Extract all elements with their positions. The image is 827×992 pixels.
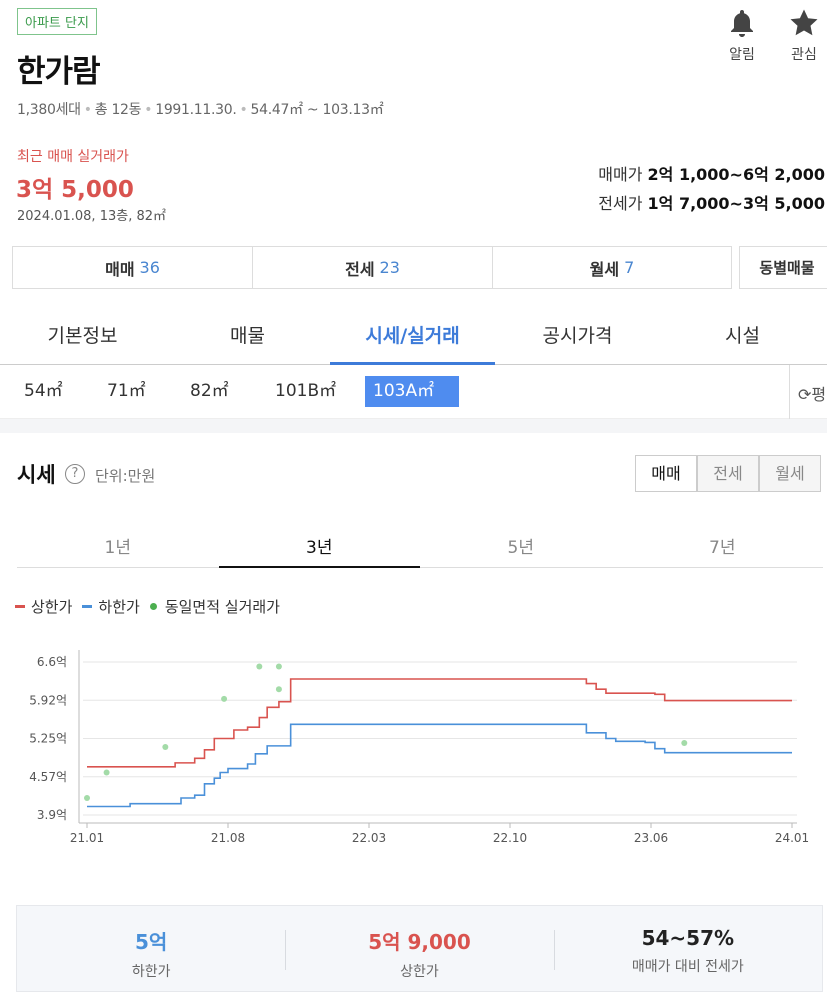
tab-basic-info[interactable]: 기본정보	[0, 309, 165, 364]
jeonse-range-value: 1억 7,000~3억 5,000	[647, 194, 825, 213]
price-summary: 5억 하한가 5억 9,000 상한가 54~57% 매매가 대비 전세가	[16, 905, 823, 992]
period-tabs: 1년 3년 5년 7년	[17, 520, 823, 568]
by-building-button[interactable]: 동별매물	[739, 246, 827, 289]
period-3y[interactable]: 3년	[218, 520, 421, 568]
y-tick-label: 6.6억	[37, 655, 67, 669]
tab-sale-count-value: 36	[139, 258, 160, 277]
deal-point	[84, 795, 90, 801]
bell-icon	[717, 4, 767, 44]
x-tick-label: 24.01	[775, 831, 809, 845]
help-icon[interactable]: ?	[65, 464, 85, 484]
tab-jeonse-count-value: 23	[379, 258, 400, 277]
area-tab-71[interactable]: 71㎡	[99, 376, 154, 407]
completion-date: 1991.11.30.	[155, 102, 237, 118]
area-tab-103a[interactable]: 103A㎡	[365, 376, 459, 407]
lower-price-line	[87, 723, 792, 808]
summary-lower-value: 5억	[135, 930, 168, 954]
summary-upper-value: 5억 9,000	[368, 930, 471, 954]
upper-swatch-icon	[15, 605, 25, 608]
x-tick-label: 21.08	[211, 831, 245, 845]
x-tick-label: 21.01	[70, 831, 104, 845]
tab-monthly-count-value: 7	[624, 258, 635, 277]
tab-jeonse-count[interactable]: 전세 23	[252, 246, 492, 289]
alarm-button[interactable]: 알림	[717, 4, 767, 64]
tab-jeonse-label: 전세	[345, 259, 375, 279]
area-tab-101b[interactable]: 101B㎡	[267, 376, 344, 407]
sale-range-value: 2억 1,000~6억 2,000	[647, 165, 825, 184]
legend-upper: 상한가	[15, 596, 72, 617]
tab-sale-count[interactable]: 매매 36	[12, 246, 252, 289]
complex-info: 1,380세대 • 총 12동 • 1991.11.30. • 54.47㎡ ~ 103.1…	[17, 102, 384, 118]
lower-swatch-icon	[82, 605, 93, 608]
deal-point	[221, 695, 228, 702]
favorite-button[interactable]: 관심	[779, 4, 827, 64]
listing-count-tabs: 매매 36 전세 23 월세 7 동별매물	[12, 246, 827, 289]
summary-lower-label: 하한가	[131, 964, 171, 980]
x-tick-label: 22.10	[493, 831, 527, 845]
tab-market-price[interactable]: 시세/실거래	[330, 309, 495, 365]
summary-upper-label: 상한가	[400, 964, 439, 980]
tab-monthly-count[interactable]: 월세 7	[492, 246, 732, 289]
summary-upper: 5억 9,000 상한가	[285, 906, 553, 991]
tab-sale-label: 매매	[105, 259, 135, 279]
y-tick-label: 5.92억	[29, 693, 67, 707]
recent-deal-price: 3억 5,000	[16, 177, 134, 203]
legend-lower: 하한가	[82, 596, 140, 617]
summary-lower: 5억 하한가	[17, 906, 285, 991]
household-count: 1,380세대	[17, 102, 81, 118]
tab-official-price[interactable]: 공시가격	[495, 309, 660, 364]
period-1y[interactable]: 1년	[17, 520, 219, 567]
tab-facilities[interactable]: 시설	[660, 309, 825, 364]
deal-type-jeonse[interactable]: 전세	[697, 455, 759, 492]
recent-deal-meta: 2024.01.08, 13층, 82㎡	[17, 209, 167, 224]
deal-point	[275, 686, 282, 693]
chart-legend: 상한가 하한가 동일면적 실거래가	[15, 596, 290, 617]
summary-ratio: 54~57% 매매가 대비 전세가	[553, 906, 822, 991]
area-tab-82[interactable]: 82㎡	[182, 376, 237, 407]
alarm-label: 알림	[729, 47, 755, 63]
price-chart: 6.6억 5.92억 5.25억 4.57억 3.9억21.01 21.08 22.03 22…	[29, 650, 809, 845]
area-range: 54.47㎡ ~ 103.13㎡	[250, 102, 384, 118]
star-icon	[779, 4, 827, 44]
x-tick-label: 23.06	[634, 831, 668, 845]
legend-deals: 동일면적 실거래가	[149, 596, 280, 617]
sale-range-label: 매매가	[598, 165, 643, 184]
period-5y[interactable]: 5년	[420, 520, 622, 567]
summary-ratio-label: 매매가 대비 전세가	[631, 959, 744, 975]
tab-monthly-label: 월세	[589, 259, 620, 279]
area-tab-54[interactable]: 54㎡	[16, 376, 71, 407]
unit-toggle-label: 평	[811, 385, 827, 404]
building-count: 총 12동	[94, 102, 142, 118]
deal-dot-icon	[149, 603, 157, 610]
deal-point	[275, 663, 282, 670]
deal-point	[162, 744, 169, 750]
apartment-name: 한가람	[17, 54, 101, 90]
main-tabs: 기본정보 매물 시세/실거래 공시가격 시설	[0, 309, 827, 365]
deal-point	[103, 769, 110, 776]
unit-toggle-button[interactable]: ⟳평	[789, 365, 827, 419]
period-7y[interactable]: 7년	[622, 520, 824, 567]
tab-listings[interactable]: 매물	[165, 309, 330, 364]
refresh-icon: ⟳	[798, 385, 812, 404]
deal-point	[681, 740, 688, 747]
jeonse-price-range: 전세가 1억 7,000~3억 5,000	[598, 190, 825, 214]
jeonse-range-label: 전세가	[598, 194, 643, 213]
y-tick-label: 5.25억	[29, 732, 67, 746]
complex-type-tag: 아파트 단지	[17, 8, 97, 35]
unit-label: 단위:만원	[95, 467, 156, 485]
upper-price-line	[87, 678, 792, 768]
deal-type-monthly[interactable]: 월세	[759, 455, 821, 492]
y-tick-label: 4.57억	[29, 770, 67, 784]
market-price-title: 시세	[17, 463, 56, 487]
summary-ratio-value: 54~57%	[641, 926, 735, 950]
area-selector: 54㎡ 71㎡ 82㎡ 101B㎡ 103A㎡ ⟳평	[0, 365, 827, 419]
deal-point	[256, 663, 263, 670]
recent-deal-label: 최근 매매 실거래가	[17, 149, 129, 165]
x-tick-label: 22.03	[352, 831, 386, 845]
favorite-label: 관심	[791, 47, 817, 63]
sale-price-range: 매매가 2억 1,000~6억 2,000	[598, 161, 825, 185]
y-tick-label: 3.9억	[37, 808, 67, 822]
section-divider	[0, 419, 827, 433]
deal-type-sale[interactable]: 매매	[635, 455, 697, 492]
